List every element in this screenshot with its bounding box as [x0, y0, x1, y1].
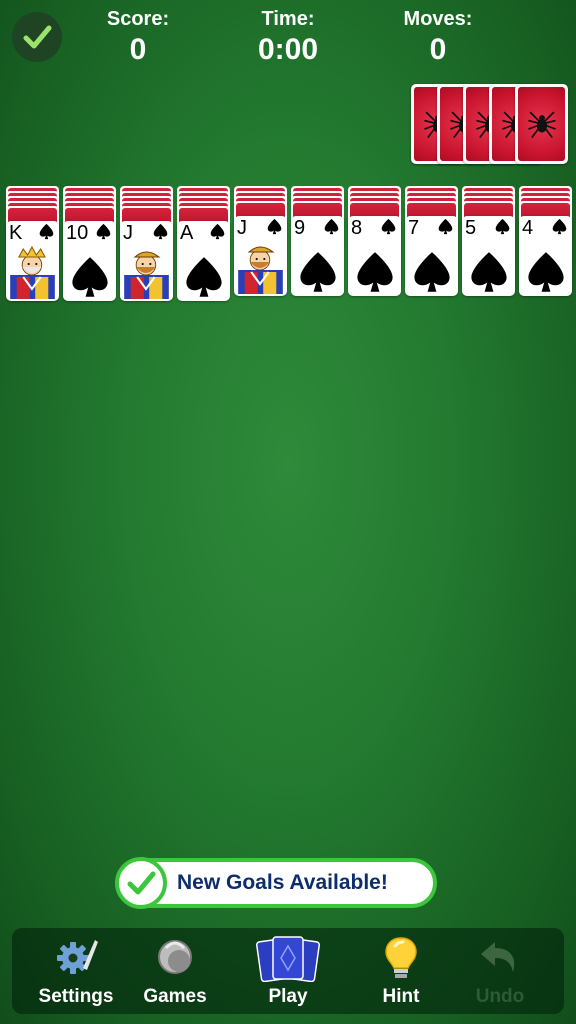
spade-icon	[324, 218, 339, 235]
faceup-card[interactable]: 8	[348, 216, 401, 296]
games-label: Games	[143, 986, 207, 1007]
checkmark-badge	[115, 857, 167, 909]
goals-check-button[interactable]	[12, 12, 62, 62]
faceup-card[interactable]: K	[6, 221, 59, 301]
jack-portrait-icon	[238, 246, 283, 294]
suit-corner	[95, 223, 112, 245]
card-rank: 5	[465, 217, 477, 239]
court-art	[236, 240, 285, 294]
court-art	[122, 245, 171, 299]
faceup-card[interactable]: 5	[462, 216, 515, 296]
king-portrait-icon	[10, 245, 55, 299]
suit-center	[353, 250, 397, 296]
moves-label: Moves:	[403, 8, 473, 30]
play-cards-icon	[255, 934, 321, 987]
suit-center	[68, 255, 112, 301]
card-back	[518, 87, 565, 161]
suit-corner	[266, 218, 283, 240]
faceup-card[interactable]: 4	[519, 216, 572, 296]
suit-corner	[380, 218, 397, 240]
spider-icon	[527, 111, 556, 139]
undo-arrow-icon	[477, 934, 523, 985]
undo-button[interactable]: Undo	[450, 928, 550, 1014]
suit-center	[296, 250, 340, 296]
suit-center	[182, 255, 226, 301]
card-rank: J	[237, 217, 247, 239]
play-label: Play	[268, 986, 308, 1007]
bottom-toolbar: Settings Games Play Hint Undo	[12, 928, 564, 1014]
stock-card[interactable]	[515, 84, 568, 164]
lightbulb-icon	[381, 934, 421, 987]
card-rank: 4	[522, 217, 534, 239]
suit-corner	[323, 218, 340, 240]
jack-portrait-icon	[124, 251, 169, 299]
suit-center	[410, 250, 454, 296]
spade-icon	[39, 223, 54, 240]
card-rank: A	[180, 222, 194, 244]
spade-icon	[267, 218, 282, 235]
checkmark-icon	[127, 871, 156, 895]
games-button[interactable]: Games	[125, 928, 225, 1014]
time-display: Time: 0:00	[248, 8, 328, 67]
faceup-card[interactable]: 7	[405, 216, 458, 296]
spade-icon	[210, 223, 225, 240]
card-rank: 10	[66, 222, 89, 244]
spade-icon	[527, 252, 564, 292]
suit-corner	[38, 223, 55, 245]
spade-icon	[552, 218, 567, 235]
checkmark-icon	[23, 25, 52, 49]
spade-icon	[438, 218, 453, 235]
faceup-card[interactable]: 9	[291, 216, 344, 296]
suit-center	[524, 250, 568, 296]
faceup-card[interactable]: J	[120, 221, 173, 301]
play-button[interactable]: Play	[238, 928, 338, 1014]
spade-icon	[185, 257, 222, 297]
settings-gear-icon	[53, 934, 99, 985]
suit-corner	[152, 223, 169, 245]
hint-label: Hint	[382, 986, 420, 1007]
spade-icon	[356, 252, 393, 292]
time-label: Time:	[261, 8, 315, 30]
undo-label: Undo	[475, 986, 525, 1007]
faceup-card[interactable]: J	[234, 216, 287, 296]
games-chip-icon	[152, 934, 198, 985]
spade-icon	[153, 223, 168, 240]
new-goals-banner[interactable]: New Goals Available!	[115, 857, 437, 909]
spade-icon	[470, 252, 507, 292]
suit-center	[467, 250, 511, 296]
court-art	[8, 245, 57, 299]
suit-corner	[437, 218, 454, 240]
score-display: Score: 0	[98, 8, 178, 67]
score-value: 0	[129, 33, 147, 66]
new-goals-text: New Goals Available!	[177, 871, 388, 894]
spade-icon	[299, 252, 336, 292]
faceup-card[interactable]: A	[177, 221, 230, 301]
tableau: K 10 J A J 9 8 7 5 4	[6, 186, 572, 316]
suit-corner	[494, 218, 511, 240]
settings-button[interactable]: Settings	[26, 928, 126, 1014]
faceup-card[interactable]: 10	[63, 221, 116, 301]
spade-icon	[96, 223, 111, 240]
card-rank: 8	[351, 217, 363, 239]
score-label: Score:	[106, 8, 170, 30]
suit-corner	[551, 218, 568, 240]
spade-icon	[495, 218, 510, 235]
card-rank: K	[9, 222, 23, 244]
moves-display: Moves: 0	[398, 8, 478, 67]
spade-icon	[413, 252, 450, 292]
stock-pile[interactable]	[411, 84, 571, 166]
time-value: 0:00	[257, 33, 319, 66]
card-rank: 7	[408, 217, 420, 239]
moves-value: 0	[429, 33, 447, 66]
hint-button[interactable]: Hint	[351, 928, 451, 1014]
spade-icon	[381, 218, 396, 235]
spade-icon	[71, 257, 108, 297]
card-rank: 9	[294, 217, 306, 239]
settings-label: Settings	[38, 986, 114, 1007]
card-rank: J	[123, 222, 133, 244]
suit-corner	[209, 223, 226, 245]
